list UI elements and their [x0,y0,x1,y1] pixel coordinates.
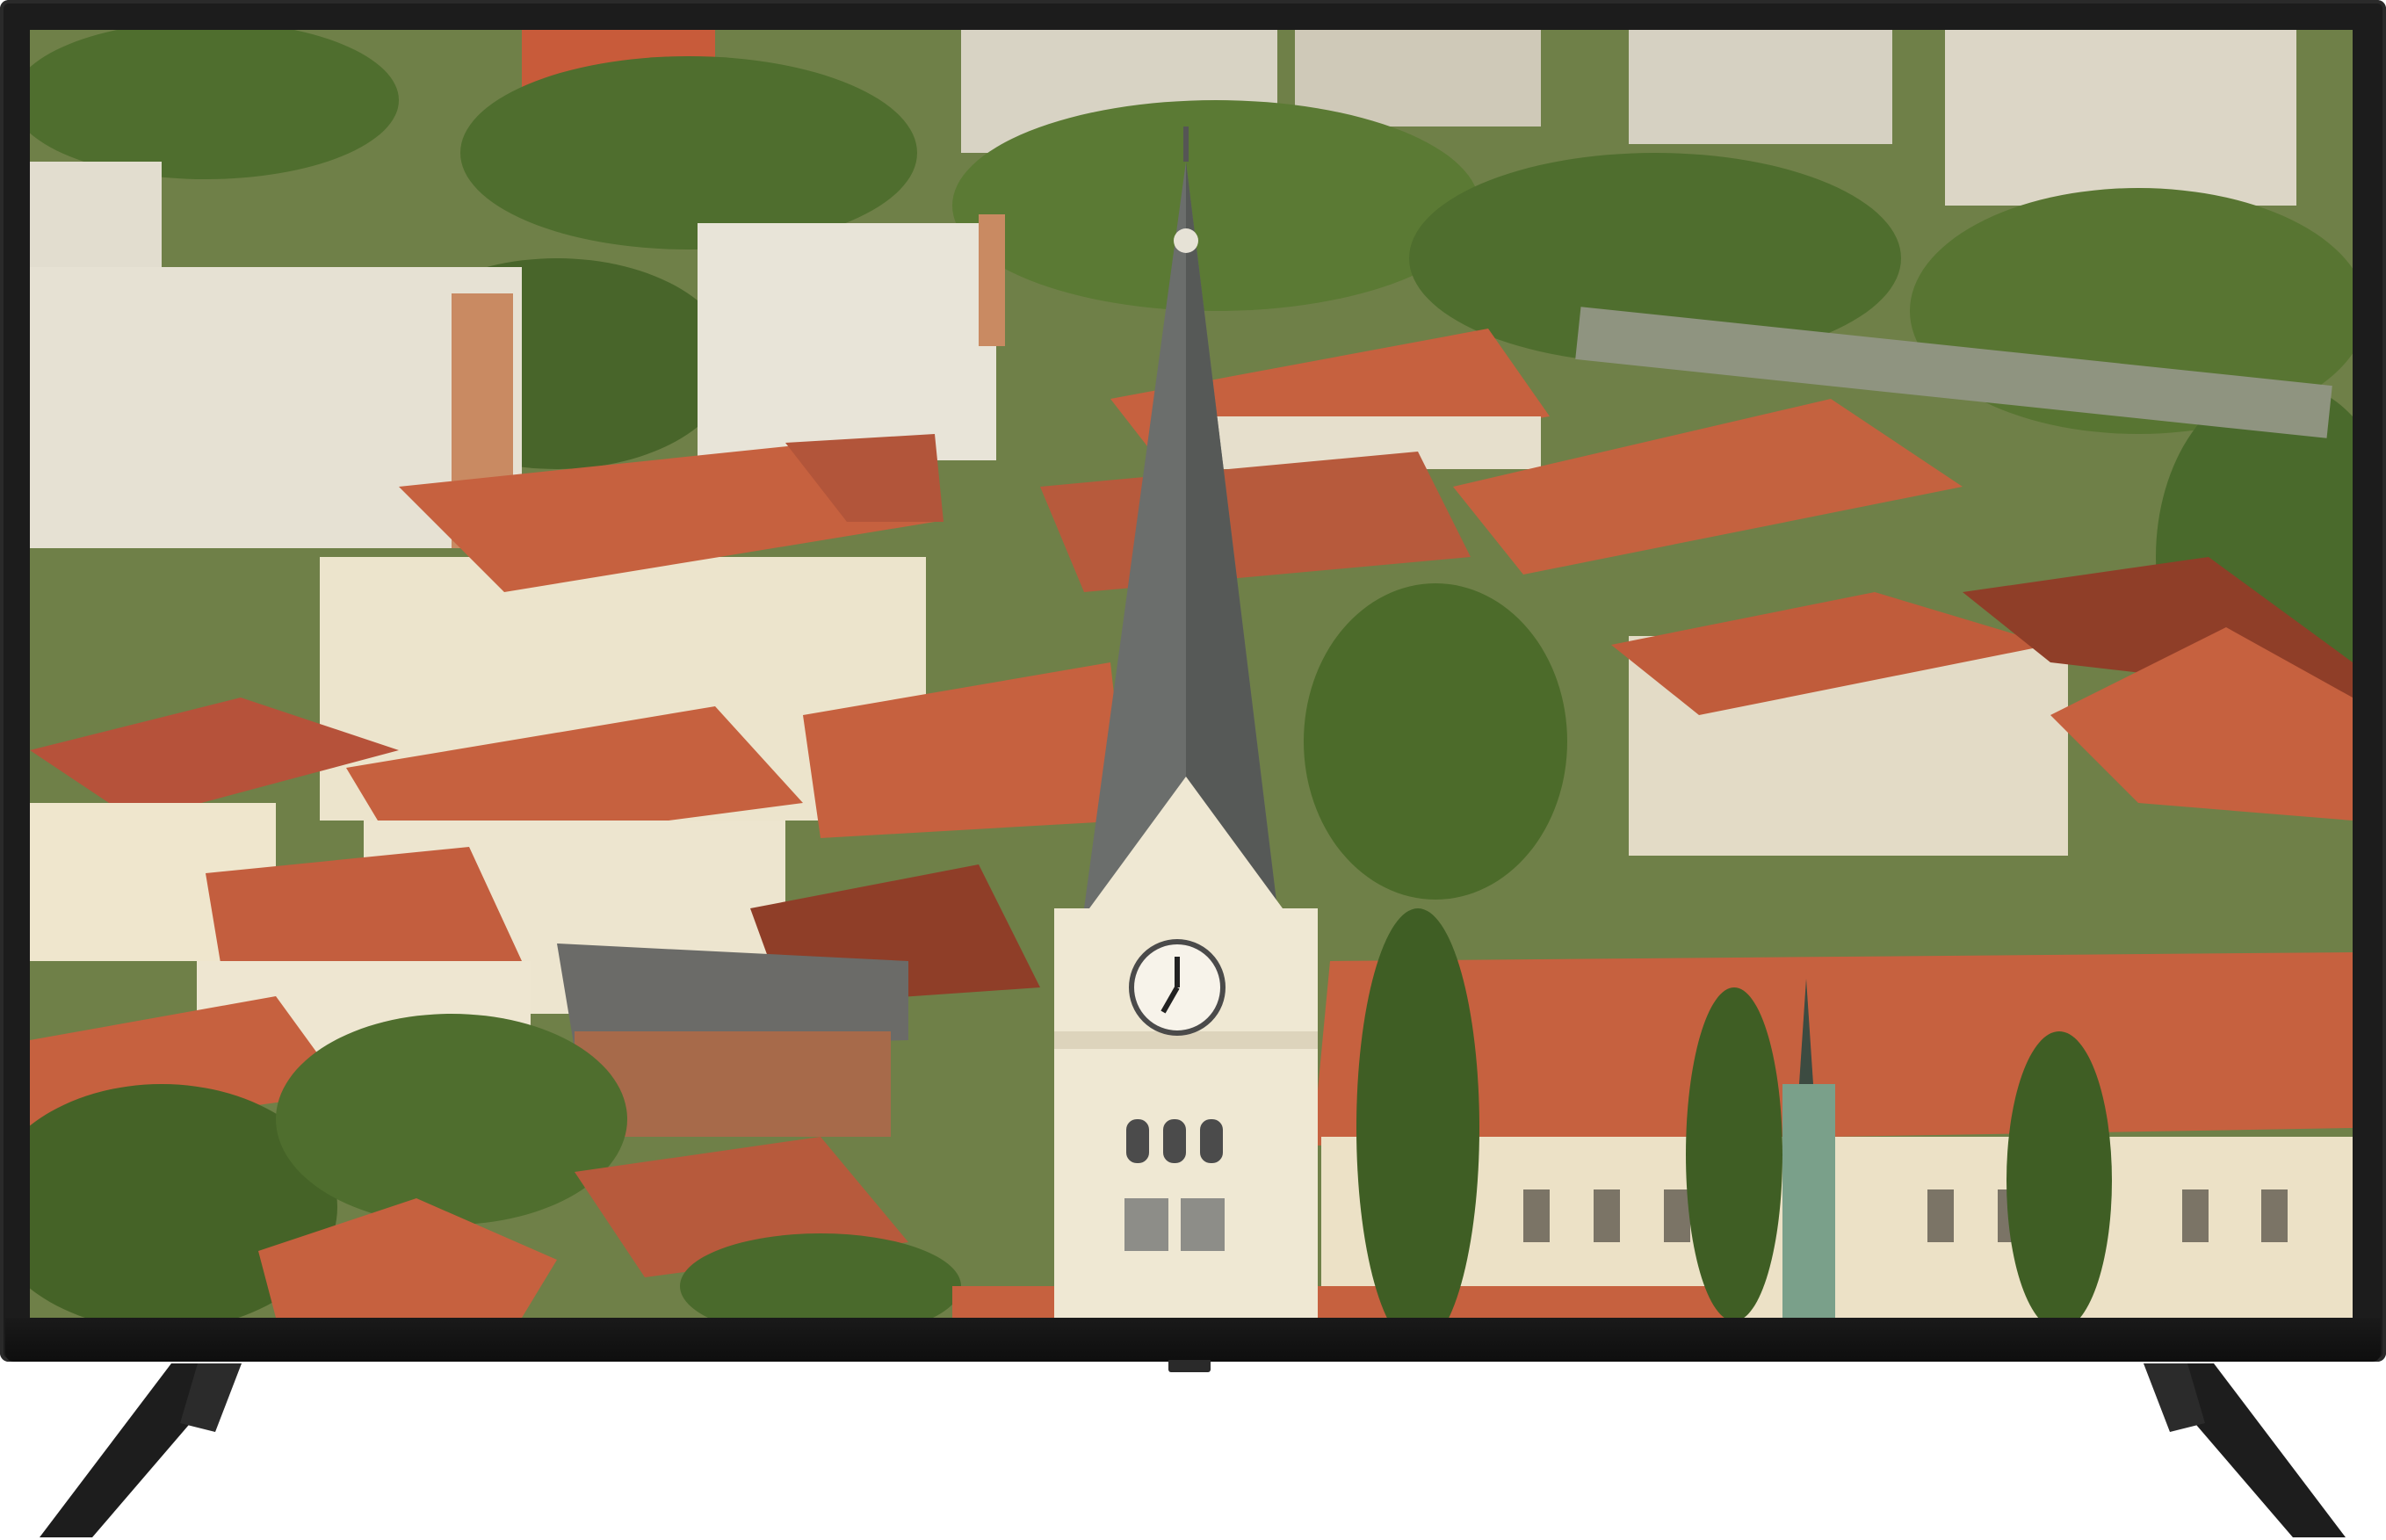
city-scene [30,30,2353,1318]
large-tree [1304,583,1567,900]
ir-sensor-tab [1168,1360,1211,1372]
tv-stand-left [40,1363,242,1537]
tv-stand-right [2144,1363,2346,1537]
television [0,0,2386,1540]
apartment-block-center [698,214,1005,460]
tv-screen [30,30,2353,1318]
tv-bottom-bezel [5,1318,2381,1362]
